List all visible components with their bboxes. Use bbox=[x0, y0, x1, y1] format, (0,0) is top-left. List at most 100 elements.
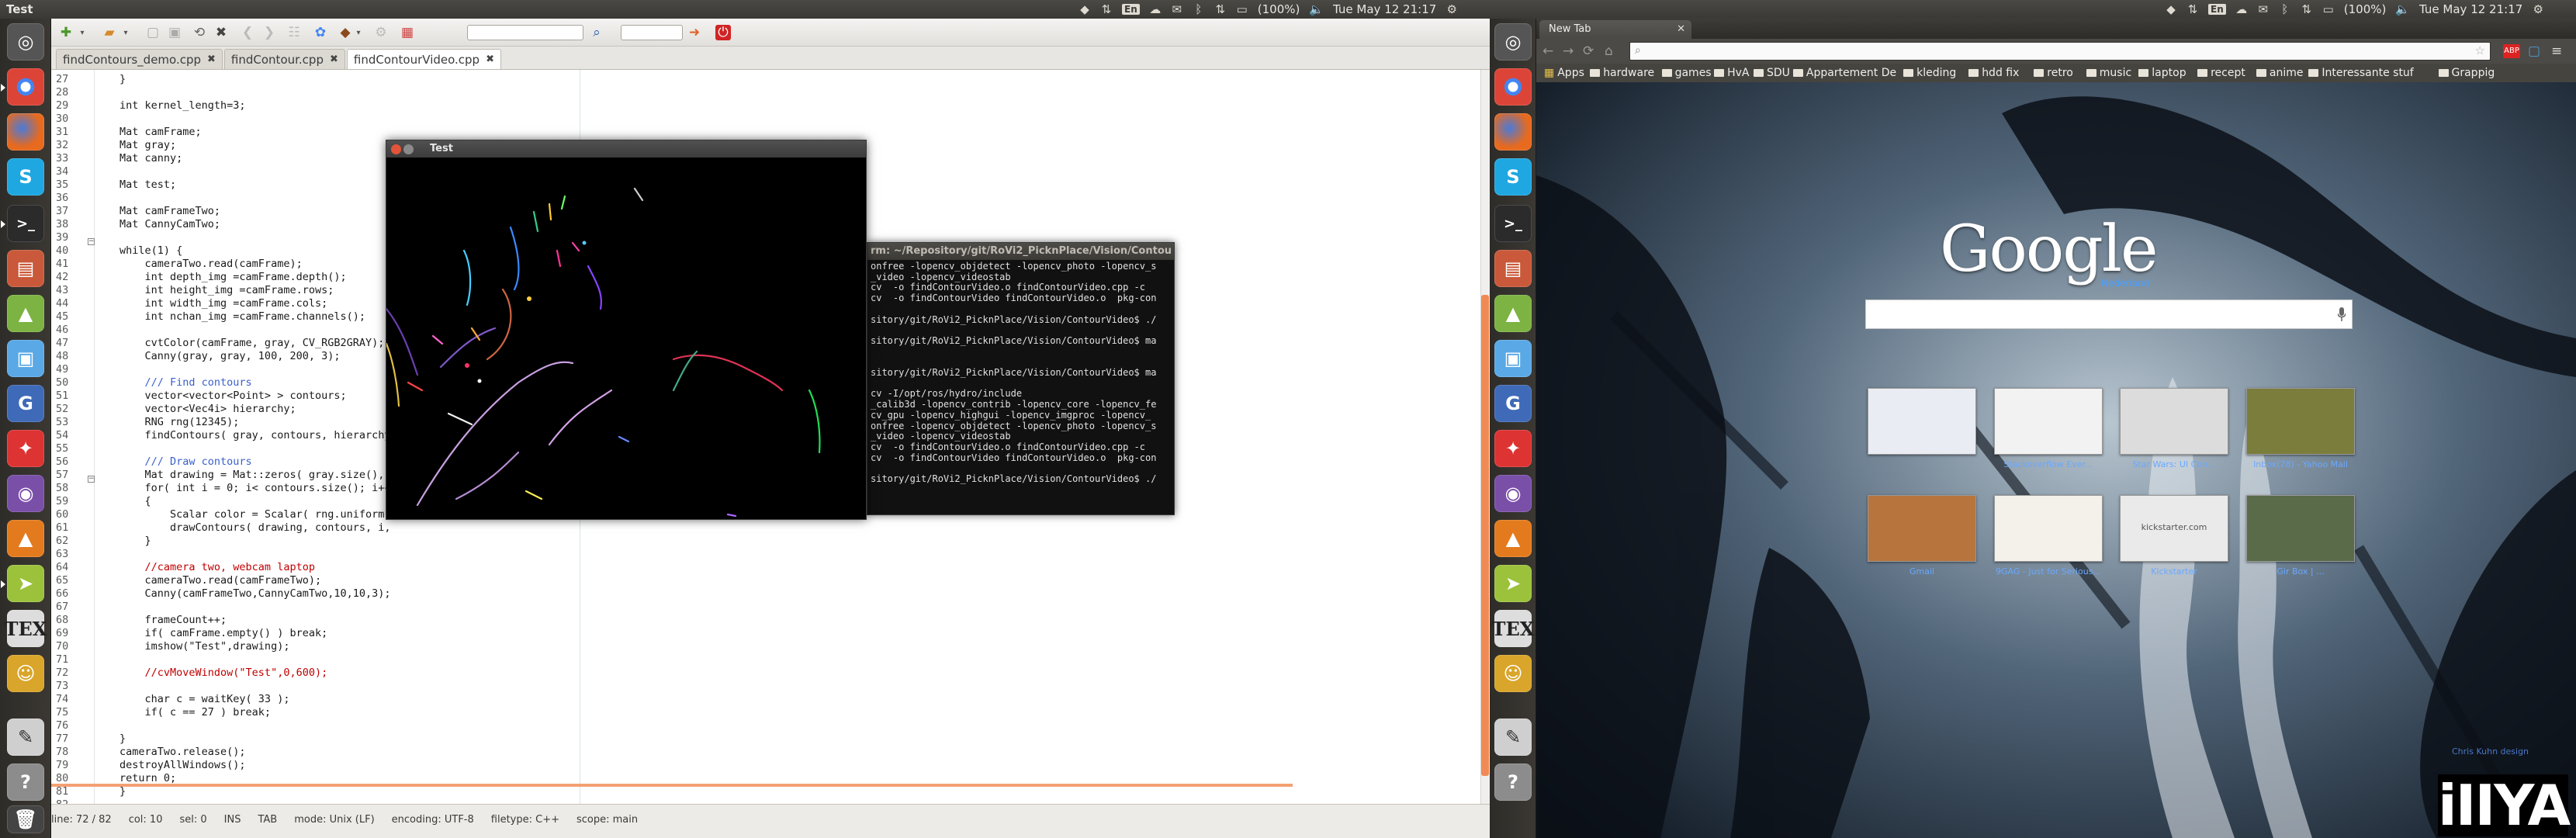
android-icon[interactable]: ▲ bbox=[1494, 295, 1532, 332]
clock[interactable]: Tue May 12 21:17 bbox=[2419, 2, 2522, 16]
code-line[interactable]: 65 cameraTwo.read(camFrameTwo); bbox=[51, 574, 1370, 587]
text-editor-icon[interactable]: ✎ bbox=[7, 719, 44, 756]
code-line[interactable]: 63 bbox=[51, 548, 1370, 561]
tile-label[interactable]: Inbox(78) - Yahoo Mail bbox=[2242, 459, 2359, 469]
bookmark-item[interactable]: Grappig bbox=[2438, 67, 2495, 79]
close-tab-icon[interactable]: ✖ bbox=[486, 54, 494, 65]
back-icon[interactable]: ← bbox=[1542, 43, 1553, 59]
code-line[interactable]: 78 cameraTwo.release(); bbox=[51, 746, 1370, 759]
code-line[interactable]: 61 drawContours( drawing, contours, i, bbox=[51, 521, 1370, 535]
most-visited-tile[interactable] bbox=[1994, 388, 2103, 455]
keyboard-layout-indicator[interactable]: En bbox=[2208, 4, 2226, 15]
fold-toggle-icon[interactable]: − bbox=[88, 238, 95, 245]
bookmark-item[interactable]: kleding bbox=[1903, 67, 1956, 79]
bookmark-item[interactable]: anime bbox=[2256, 67, 2303, 79]
settings-gear-icon[interactable]: ⚙ bbox=[2532, 2, 2544, 16]
tab-findcontours-demo[interactable]: findContours_demo.cpp ✖ bbox=[56, 49, 223, 69]
firefox-icon[interactable] bbox=[1494, 113, 1532, 151]
preferences-icon[interactable]: ⚙ bbox=[371, 23, 391, 42]
color-chooser-icon[interactable]: ▦ bbox=[397, 23, 417, 42]
pidgin-icon[interactable]: ☺ bbox=[1494, 655, 1532, 692]
sync-icon[interactable]: ⇅ bbox=[2186, 2, 2199, 16]
close-tab-icon[interactable]: ✕ bbox=[1677, 20, 1685, 39]
tex-icon[interactable]: TEX bbox=[1492, 610, 1534, 647]
skype-icon[interactable]: S bbox=[7, 158, 44, 196]
cloud-icon[interactable]: ☁ bbox=[2235, 2, 2248, 16]
bookmark-item[interactable]: SDU bbox=[1754, 67, 1790, 79]
code-line[interactable]: 67 bbox=[51, 601, 1370, 614]
build-icon[interactable]: ✿ bbox=[310, 23, 331, 42]
bookmark-item[interactable]: HvA bbox=[1714, 67, 1749, 79]
omnibox[interactable]: ⌕ ☆ bbox=[1629, 42, 2491, 61]
code-line[interactable]: 68 frameCount++; bbox=[51, 614, 1370, 627]
most-visited-tile[interactable] bbox=[1868, 495, 1976, 562]
code-line[interactable]: 62 } bbox=[51, 535, 1370, 548]
reload-icon[interactable]: ⟳ bbox=[1583, 43, 1594, 59]
bookmark-item[interactable]: recept bbox=[2197, 67, 2245, 79]
bookmark-star-icon[interactable]: ☆ bbox=[2475, 43, 2485, 57]
dash-home-icon[interactable]: ◎ bbox=[7, 23, 44, 61]
tile-label[interactable]: Gmail bbox=[1864, 566, 1980, 577]
browser-tab-new-tab[interactable]: New Tab ✕ bbox=[1539, 20, 1691, 39]
code-line[interactable]: 69 if( camFrame.empty() ) break; bbox=[51, 627, 1370, 640]
code-line[interactable]: 29 int kernel_length=3; bbox=[51, 99, 1370, 113]
forward-icon[interactable]: → bbox=[1563, 43, 1574, 59]
open-dropdown-icon[interactable]: ▾ bbox=[121, 23, 130, 42]
mail-icon[interactable]: ✉ bbox=[1171, 2, 1183, 16]
tile-label[interactable]: Gir Box | ... bbox=[2242, 566, 2359, 577]
code-line[interactable]: 27} bbox=[51, 73, 1370, 86]
new-file-dropdown-icon[interactable]: ▾ bbox=[78, 23, 87, 42]
microphone-icon[interactable] bbox=[2338, 307, 2346, 321]
most-visited-tile[interactable] bbox=[1868, 388, 1976, 455]
terminal-output[interactable]: onfree -lopencv_objdetect -lopencv_photo… bbox=[867, 261, 1174, 514]
tab-findcontourvideo[interactable]: findContourVideo.cpp ✖ bbox=[346, 49, 501, 69]
virtualbox-icon[interactable]: ▣ bbox=[1494, 340, 1532, 377]
scrollbar-thumb[interactable] bbox=[1481, 295, 1489, 776]
new-file-icon[interactable]: ✚ bbox=[56, 23, 76, 42]
disc-icon[interactable]: ◉ bbox=[7, 475, 44, 512]
bookmark-item[interactable]: laptop bbox=[2138, 67, 2186, 79]
code-line[interactable]: 81} bbox=[51, 785, 1370, 798]
code-line[interactable]: 71 bbox=[51, 653, 1370, 667]
terminal-icon[interactable]: >_ bbox=[1, 205, 44, 242]
tile-label[interactable]: 9GAG - Just for Serious... bbox=[1990, 566, 2107, 577]
battery-icon[interactable]: ▭ bbox=[1236, 2, 1248, 16]
dash-home-icon[interactable]: ◎ bbox=[1494, 23, 1532, 61]
most-visited-tile[interactable] bbox=[2246, 388, 2355, 455]
terminal-icon[interactable]: >_ bbox=[1494, 205, 1532, 242]
code-line[interactable]: 75 if( c == 27 ) break; bbox=[51, 706, 1370, 719]
tex-icon[interactable]: TEX bbox=[5, 610, 47, 647]
disc-icon[interactable]: ◉ bbox=[1494, 475, 1532, 512]
clock[interactable]: Tue May 12 21:17 bbox=[1333, 2, 1436, 16]
code-line[interactable]: 28 bbox=[51, 86, 1370, 99]
bookmark-item[interactable]: music bbox=[2086, 67, 2131, 79]
bookmark-item[interactable]: ▦ Apps bbox=[1544, 67, 1584, 79]
close-window-icon[interactable] bbox=[391, 144, 401, 154]
back-icon[interactable]: ❮ bbox=[237, 23, 258, 42]
opencv-titlebar[interactable]: Test bbox=[386, 140, 866, 158]
close-tab-icon[interactable]: ✖ bbox=[207, 54, 216, 65]
virtualbox-icon[interactable]: ▣ bbox=[7, 340, 44, 377]
revert-icon[interactable]: ⟲ bbox=[189, 23, 209, 42]
g-app-icon[interactable]: G bbox=[1494, 385, 1532, 422]
cloud-icon[interactable]: ☁ bbox=[1149, 2, 1162, 16]
matlab-icon[interactable]: ▲ bbox=[7, 520, 44, 557]
bookmark-item[interactable]: retro bbox=[2034, 67, 2073, 79]
g-app-icon[interactable]: G bbox=[7, 385, 44, 422]
google-search-input[interactable] bbox=[1865, 300, 2353, 329]
matlab-icon[interactable]: ▲ bbox=[1494, 520, 1532, 557]
most-visited-tile[interactable]: kickstarter.com bbox=[2120, 495, 2228, 562]
code-line[interactable]: 31 Mat camFrame; bbox=[51, 126, 1370, 139]
search-icon[interactable]: ⌕ bbox=[587, 23, 607, 42]
dropbox-icon[interactable]: ◆ bbox=[2165, 2, 2177, 16]
geany-icon[interactable]: ➤ bbox=[1494, 565, 1532, 602]
save-icon[interactable]: ▢ bbox=[143, 23, 163, 42]
chrome-icon[interactable] bbox=[1, 68, 44, 106]
code-line[interactable]: 79 destroyAllWindows(); bbox=[51, 759, 1370, 772]
vertical-scrollbar[interactable] bbox=[1480, 70, 1490, 804]
opencv-window[interactable]: Test bbox=[386, 140, 867, 520]
code-line[interactable]: 70 imshow("Test",drawing); bbox=[51, 640, 1370, 653]
terminal-title[interactable]: rm: ~/Repository/git/RoVi2_PicknPlace/Vi… bbox=[867, 243, 1174, 260]
volume-icon[interactable]: 🔈 bbox=[2395, 2, 2410, 16]
open-file-icon[interactable]: ▰ bbox=[99, 23, 119, 42]
